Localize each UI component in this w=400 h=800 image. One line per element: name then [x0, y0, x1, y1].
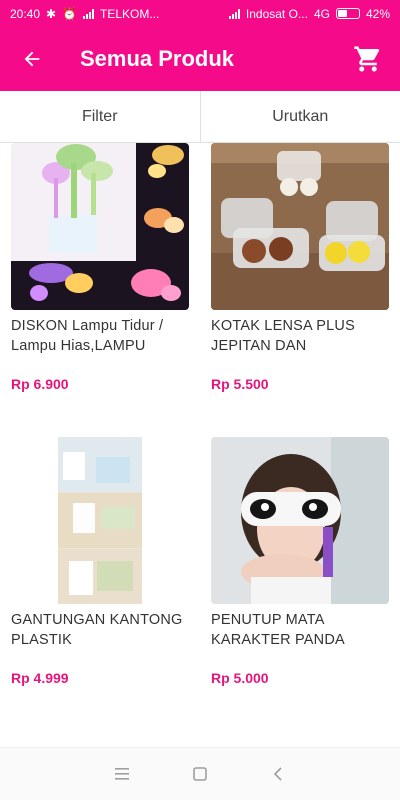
app-bar: Semua Produk: [0, 27, 400, 91]
battery-level: 42%: [365, 6, 390, 21]
arrow-left-icon: [24, 51, 40, 67]
signal-icon-2: [228, 8, 240, 19]
page-title: Semua Produk: [80, 46, 235, 71]
product-grid: DISKON Lampu Tidur / Lampu Hias,LAMPU Rp…: [0, 143, 400, 747]
product-name: KOTAK LENSA PLUS JEPITAN DAN: [211, 318, 355, 354]
product-name: DISKON Lampu Tidur / Lampu Hias,LAMPU: [11, 318, 164, 354]
square-icon: [193, 767, 207, 781]
back-nav-button[interactable]: [270, 766, 286, 782]
status-bar: 20:40 ✱ ⏰ TELKOM... Indosat O... 4G 42%: [0, 0, 400, 27]
battery-icon: [335, 8, 360, 19]
product-price: Rp 5.500: [211, 376, 269, 392]
product-name: GANTUNGAN KANTONG PLASTIK: [11, 612, 183, 648]
product-price: Rp 4.999: [11, 670, 69, 686]
back-button[interactable]: [0, 27, 64, 91]
product-card[interactable]: GANTUNGAN KANTONG PLASTIK Rp 4.999: [11, 437, 189, 686]
recents-button[interactable]: [114, 766, 130, 782]
bluetooth-icon: ✱: [46, 6, 57, 21]
product-price: Rp 6.900: [11, 376, 69, 392]
network-type: 4G: [313, 6, 330, 21]
alarm-icon: ⏰: [62, 6, 78, 21]
product-image: [11, 437, 189, 604]
product-card[interactable]: PENUTUP MATA KARAKTER PANDA Rp 5.000: [211, 437, 389, 686]
status-time: 20:40: [10, 6, 41, 21]
product-name: PENUTUP MATA KARAKTER PANDA: [211, 612, 345, 648]
system-nav-bar: [0, 747, 400, 800]
sort-button[interactable]: Urutkan: [199, 91, 400, 142]
product-image: [11, 143, 189, 310]
filter-sort-bar: Filter Urutkan: [0, 91, 400, 143]
signal-icon: [83, 8, 95, 19]
product-image: [211, 143, 389, 310]
product-image: [211, 437, 389, 604]
cart-icon: [354, 46, 380, 72]
carrier-2: Indosat O...: [245, 6, 308, 21]
menu-icon: [115, 768, 129, 780]
carrier-1: TELKOM...: [100, 6, 160, 21]
product-card[interactable]: KOTAK LENSA PLUS JEPITAN DAN Rp 5.500: [211, 143, 389, 392]
chevron-left-icon: [273, 767, 282, 781]
product-card[interactable]: DISKON Lampu Tidur / Lampu Hias,LAMPU Rp…: [11, 143, 189, 392]
filter-button[interactable]: Filter: [0, 91, 200, 142]
home-button[interactable]: [192, 766, 208, 782]
product-price: Rp 5.000: [211, 670, 269, 686]
cart-button[interactable]: [336, 27, 400, 91]
